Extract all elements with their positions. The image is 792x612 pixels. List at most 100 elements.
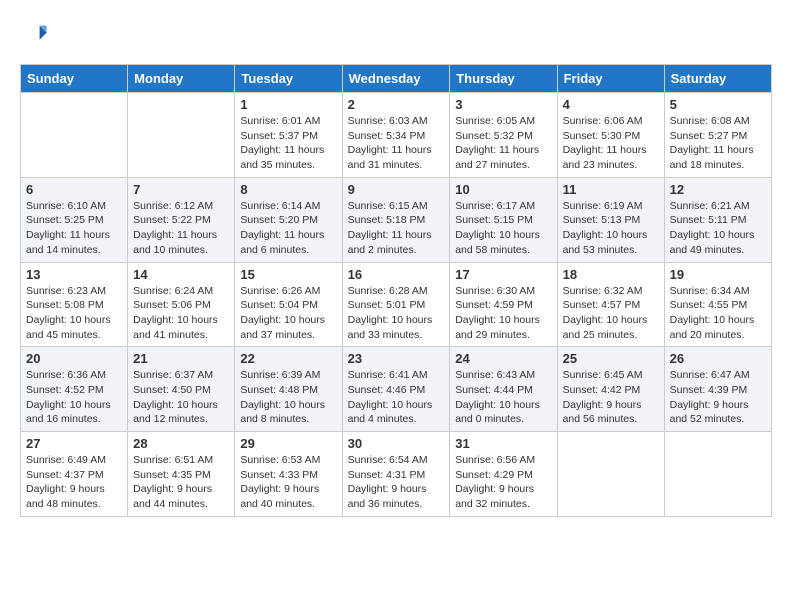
weekday-header: Wednesday <box>342 65 450 93</box>
calendar-table: SundayMondayTuesdayWednesdayThursdayFrid… <box>20 64 772 517</box>
day-info: Sunrise: 6:01 AM Sunset: 5:37 PM Dayligh… <box>240 114 336 173</box>
calendar-cell <box>664 432 771 517</box>
day-info: Sunrise: 6:05 AM Sunset: 5:32 PM Dayligh… <box>455 114 551 173</box>
calendar-cell: 19Sunrise: 6:34 AM Sunset: 4:55 PM Dayli… <box>664 262 771 347</box>
calendar-cell: 5 Sunrise: 6:08 AM Sunset: 5:27 PM Daylig… <box>664 93 771 178</box>
calendar-cell: 31Sunrise: 6:56 AM Sunset: 4:29 PM Dayli… <box>450 432 557 517</box>
day-number: 22 <box>240 351 336 366</box>
day-info: Sunrise: 6:34 AM Sunset: 4:55 PM Dayligh… <box>670 284 766 343</box>
page-header <box>20 20 772 48</box>
day-info: Sunrise: 6:08 AM Sunset: 5:27 PM Dayligh… <box>670 114 766 173</box>
day-number: 28 <box>133 436 229 451</box>
calendar-cell <box>128 93 235 178</box>
day-number: 5 <box>670 97 766 112</box>
day-number: 17 <box>455 267 551 282</box>
weekday-header: Friday <box>557 65 664 93</box>
day-info: Sunrise: 6:32 AM Sunset: 4:57 PM Dayligh… <box>563 284 659 343</box>
calendar-cell: 20Sunrise: 6:36 AM Sunset: 4:52 PM Dayli… <box>21 347 128 432</box>
day-info: Sunrise: 6:53 AM Sunset: 4:33 PM Dayligh… <box>240 453 336 512</box>
day-number: 23 <box>348 351 445 366</box>
day-info: Sunrise: 6:39 AM Sunset: 4:48 PM Dayligh… <box>240 368 336 427</box>
day-number: 10 <box>455 182 551 197</box>
calendar-cell: 1Sunrise: 6:01 AM Sunset: 5:37 PM Daylig… <box>235 93 342 178</box>
day-info: Sunrise: 6:19 AM Sunset: 5:13 PM Dayligh… <box>563 199 659 258</box>
calendar-cell: 22 Sunrise: 6:39 AM Sunset: 4:48 PM Dayli… <box>235 347 342 432</box>
day-info: Sunrise: 6:37 AM Sunset: 4:50 PM Dayligh… <box>133 368 229 427</box>
calendar-week-row: 13 Sunrise: 6:23 AM Sunset: 5:08 PM Dayli… <box>21 262 772 347</box>
calendar-cell: 27Sunrise: 6:49 AM Sunset: 4:37 PM Dayli… <box>21 432 128 517</box>
day-number: 27 <box>26 436 122 451</box>
calendar-cell: 3 Sunrise: 6:05 AM Sunset: 5:32 PM Daylig… <box>450 93 557 178</box>
day-number: 4 <box>563 97 659 112</box>
calendar-cell: 23Sunrise: 6:41 AM Sunset: 4:46 PM Dayli… <box>342 347 450 432</box>
day-number: 3 <box>455 97 551 112</box>
day-number: 25 <box>563 351 659 366</box>
day-info: Sunrise: 6:47 AM Sunset: 4:39 PM Dayligh… <box>670 368 766 427</box>
day-number: 12 <box>670 182 766 197</box>
calendar-cell <box>21 93 128 178</box>
calendar-cell: 24 Sunrise: 6:43 AM Sunset: 4:44 PM Dayli… <box>450 347 557 432</box>
calendar-cell: 25 Sunrise: 6:45 AM Sunset: 4:42 PM Dayli… <box>557 347 664 432</box>
calendar-cell <box>557 432 664 517</box>
day-info: Sunrise: 6:51 AM Sunset: 4:35 PM Dayligh… <box>133 453 229 512</box>
calendar-cell: 28 Sunrise: 6:51 AM Sunset: 4:35 PM Dayli… <box>128 432 235 517</box>
day-info: Sunrise: 6:36 AM Sunset: 4:52 PM Dayligh… <box>26 368 122 427</box>
day-info: Sunrise: 6:43 AM Sunset: 4:44 PM Dayligh… <box>455 368 551 427</box>
day-info: Sunrise: 6:24 AM Sunset: 5:06 PM Dayligh… <box>133 284 229 343</box>
weekday-header: Saturday <box>664 65 771 93</box>
calendar-cell: 11 Sunrise: 6:19 AM Sunset: 5:13 PM Dayli… <box>557 177 664 262</box>
day-info: Sunrise: 6:21 AM Sunset: 5:11 PM Dayligh… <box>670 199 766 258</box>
day-number: 7 <box>133 182 229 197</box>
weekday-header: Thursday <box>450 65 557 93</box>
weekday-header: Tuesday <box>235 65 342 93</box>
calendar-cell: 18 Sunrise: 6:32 AM Sunset: 4:57 PM Dayli… <box>557 262 664 347</box>
calendar-week-row: 20Sunrise: 6:36 AM Sunset: 4:52 PM Dayli… <box>21 347 772 432</box>
calendar-cell: 12 Sunrise: 6:21 AM Sunset: 5:11 PM Dayli… <box>664 177 771 262</box>
calendar-cell: 29 Sunrise: 6:53 AM Sunset: 4:33 PM Dayli… <box>235 432 342 517</box>
day-number: 29 <box>240 436 336 451</box>
calendar-cell: 17 Sunrise: 6:30 AM Sunset: 4:59 PM Dayli… <box>450 262 557 347</box>
day-number: 11 <box>563 182 659 197</box>
logo-icon <box>20 20 48 48</box>
weekday-header: Monday <box>128 65 235 93</box>
day-number: 2 <box>348 97 445 112</box>
day-info: Sunrise: 6:03 AM Sunset: 5:34 PM Dayligh… <box>348 114 445 173</box>
day-info: Sunrise: 6:45 AM Sunset: 4:42 PM Dayligh… <box>563 368 659 427</box>
calendar-cell: 16Sunrise: 6:28 AM Sunset: 5:01 PM Dayli… <box>342 262 450 347</box>
day-number: 31 <box>455 436 551 451</box>
day-info: Sunrise: 6:10 AM Sunset: 5:25 PM Dayligh… <box>26 199 122 258</box>
calendar-cell: 2 Sunrise: 6:03 AM Sunset: 5:34 PM Daylig… <box>342 93 450 178</box>
day-number: 8 <box>240 182 336 197</box>
day-info: Sunrise: 6:54 AM Sunset: 4:31 PM Dayligh… <box>348 453 445 512</box>
weekday-header: Sunday <box>21 65 128 93</box>
day-info: Sunrise: 6:23 AM Sunset: 5:08 PM Dayligh… <box>26 284 122 343</box>
day-number: 9 <box>348 182 445 197</box>
calendar-cell: 13 Sunrise: 6:23 AM Sunset: 5:08 PM Dayli… <box>21 262 128 347</box>
day-info: Sunrise: 6:14 AM Sunset: 5:20 PM Dayligh… <box>240 199 336 258</box>
calendar-cell: 26 Sunrise: 6:47 AM Sunset: 4:39 PM Dayli… <box>664 347 771 432</box>
day-number: 26 <box>670 351 766 366</box>
day-info: Sunrise: 6:12 AM Sunset: 5:22 PM Dayligh… <box>133 199 229 258</box>
day-number: 21 <box>133 351 229 366</box>
calendar-cell: 15Sunrise: 6:26 AM Sunset: 5:04 PM Dayli… <box>235 262 342 347</box>
day-number: 6 <box>26 182 122 197</box>
day-number: 13 <box>26 267 122 282</box>
day-info: Sunrise: 6:28 AM Sunset: 5:01 PM Dayligh… <box>348 284 445 343</box>
calendar-cell: 14 Sunrise: 6:24 AM Sunset: 5:06 PM Dayli… <box>128 262 235 347</box>
calendar-cell: 6 Sunrise: 6:10 AM Sunset: 5:25 PM Daylig… <box>21 177 128 262</box>
day-number: 14 <box>133 267 229 282</box>
day-info: Sunrise: 6:17 AM Sunset: 5:15 PM Dayligh… <box>455 199 551 258</box>
calendar-week-row: 1Sunrise: 6:01 AM Sunset: 5:37 PM Daylig… <box>21 93 772 178</box>
calendar-week-row: 27Sunrise: 6:49 AM Sunset: 4:37 PM Dayli… <box>21 432 772 517</box>
day-number: 24 <box>455 351 551 366</box>
calendar-cell: 8 Sunrise: 6:14 AM Sunset: 5:20 PM Daylig… <box>235 177 342 262</box>
calendar-cell: 4Sunrise: 6:06 AM Sunset: 5:30 PM Daylig… <box>557 93 664 178</box>
day-info: Sunrise: 6:15 AM Sunset: 5:18 PM Dayligh… <box>348 199 445 258</box>
calendar-cell: 9 Sunrise: 6:15 AM Sunset: 5:18 PM Daylig… <box>342 177 450 262</box>
day-info: Sunrise: 6:30 AM Sunset: 4:59 PM Dayligh… <box>455 284 551 343</box>
logo <box>20 20 52 48</box>
calendar-cell: 7 Sunrise: 6:12 AM Sunset: 5:22 PM Daylig… <box>128 177 235 262</box>
day-number: 30 <box>348 436 445 451</box>
calendar-header-row: SundayMondayTuesdayWednesdayThursdayFrid… <box>21 65 772 93</box>
day-number: 18 <box>563 267 659 282</box>
